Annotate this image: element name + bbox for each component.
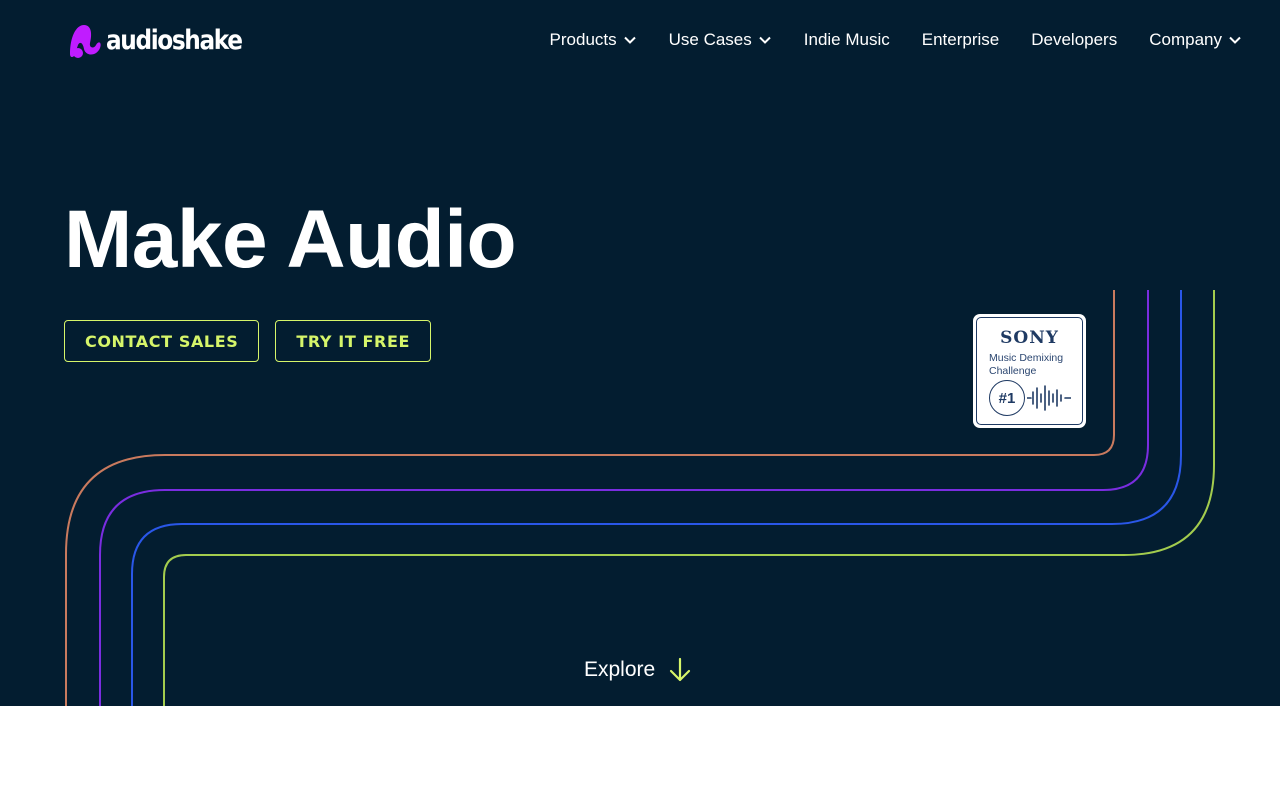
chevron-down-icon	[623, 36, 636, 44]
nav-item-use-cases[interactable]: Use Cases	[669, 30, 772, 50]
logo-wordmark: audioshake	[106, 24, 243, 56]
nav-item-label: Developers	[1031, 30, 1118, 49]
arrow-down-icon	[670, 657, 691, 682]
audioshake-logo-icon	[64, 21, 104, 59]
nav-item-company[interactable]: Company	[1149, 30, 1242, 50]
main-nav: Products Use Cases Indie Music Enterpris…	[550, 26, 1242, 54]
badge-rank: #1	[989, 380, 1025, 416]
nav-item-developers[interactable]: Developers	[1031, 30, 1117, 50]
chevron-down-icon	[759, 36, 771, 44]
nav-item-label: Indie Music	[803, 30, 890, 49]
nav-item-indie-music[interactable]: Indie Music	[804, 30, 890, 50]
waveform-icon	[1027, 385, 1071, 411]
nav-item-label: Products	[549, 30, 617, 49]
try-it-free-button[interactable]: TRY IT FREE	[275, 320, 432, 362]
chevron-down-icon	[1229, 36, 1241, 44]
badge-frame: SONY Music Demixing Challenge #1	[976, 317, 1083, 425]
audioshake-logo[interactable]: audioshake	[64, 20, 264, 60]
explore-link[interactable]: Explore	[584, 655, 691, 685]
content-below-hero	[0, 706, 1280, 800]
hero-headline: Make Audio	[64, 194, 517, 285]
hero-cta-group: CONTACT SALES TRY IT FREE	[64, 320, 432, 362]
badge-brand: SONY	[1000, 328, 1059, 348]
nav-item-label: Use Cases	[668, 30, 752, 49]
nav-item-products[interactable]: Products	[550, 30, 637, 50]
explore-label: Explore	[584, 658, 656, 681]
badge-title-line1: Music Demixing	[989, 352, 1064, 364]
sony-award-badge: SONY Music Demixing Challenge #1	[973, 314, 1086, 428]
contact-sales-button[interactable]: CONTACT SALES	[64, 320, 260, 362]
nav-item-label: Company	[1149, 30, 1222, 49]
nav-item-label: Enterprise	[921, 30, 1000, 49]
nav-item-enterprise[interactable]: Enterprise	[922, 30, 999, 50]
badge-title-line2: Challenge	[989, 365, 1037, 377]
hero-section: audioshake Products Use Cases Indie Musi…	[0, 0, 1280, 706]
